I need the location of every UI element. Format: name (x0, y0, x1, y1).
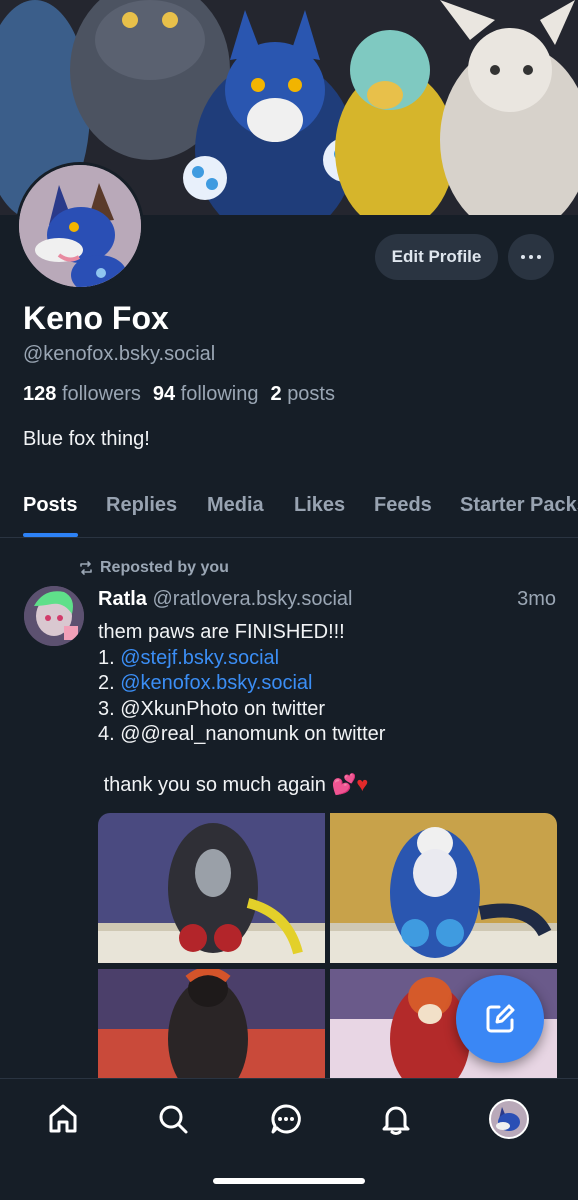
followers-count: 128 (23, 383, 57, 405)
nav-profile[interactable] (487, 1097, 531, 1141)
followers-link[interactable]: 128 followers (23, 383, 141, 405)
tab-starter-packs[interactable]: Starter Packs (460, 494, 578, 517)
profile-tabs: Posts Replies Media Likes Feeds Starter … (0, 480, 578, 538)
repost-indicator[interactable]: Reposted by you (78, 559, 229, 577)
chat-icon (271, 1104, 301, 1134)
profile-avatar[interactable] (16, 162, 144, 290)
tab-replies[interactable]: Replies (106, 494, 177, 517)
tab-likes[interactable]: Likes (294, 494, 345, 517)
hearts-emoji: 💕 (331, 774, 357, 796)
repost-icon (80, 561, 92, 575)
home-indicator[interactable] (213, 1178, 365, 1184)
profile-handle: @kenofox.bsky.social (23, 343, 216, 365)
heart-emoji: ♥ (356, 774, 369, 796)
following-count: 94 (152, 383, 176, 405)
search-icon (159, 1105, 188, 1134)
mention-link[interactable]: @kenofox.bsky.social (120, 672, 312, 694)
following-label: following (180, 383, 259, 405)
post-image[interactable] (98, 813, 325, 963)
posts-count: 2 (270, 383, 282, 405)
post-image[interactable] (330, 813, 557, 963)
avatar (489, 1099, 529, 1139)
nav-notifications[interactable] (374, 1097, 418, 1141)
post-body: them paws are FINISHED!!! 1. @stejf.bsky… (98, 620, 385, 799)
mention-link[interactable]: @stejf.bsky.social (120, 647, 279, 669)
nav-home[interactable] (41, 1097, 85, 1141)
active-tab-indicator (23, 533, 78, 537)
nav-chat[interactable] (264, 1097, 308, 1141)
post-timestamp[interactable]: 3mo (517, 588, 556, 611)
edit-profile-button[interactable]: Edit Profile (375, 234, 498, 280)
dot-icon (529, 255, 533, 259)
tab-media[interactable]: Media (207, 494, 264, 517)
post-author-name[interactable]: Ratla (98, 588, 147, 610)
bell-icon (382, 1106, 410, 1135)
dot-icon (521, 255, 525, 259)
profile-name: Keno Fox (23, 300, 169, 336)
post-line: 4. @@real_nanomunk on twitter (98, 723, 386, 745)
post-image[interactable] (98, 969, 325, 1083)
dot-icon (537, 255, 541, 259)
compose-icon (486, 1004, 515, 1033)
post-line: them paws are FINISHED!!! (98, 621, 345, 643)
more-options-button[interactable] (508, 234, 554, 280)
repost-label: Reposted by you (100, 559, 229, 576)
post-author-avatar[interactable] (24, 586, 84, 646)
post-line-prefix: 2. (98, 672, 121, 694)
home-icon (49, 1104, 77, 1133)
tab-feeds[interactable]: Feeds (374, 494, 432, 517)
followers-label: followers (61, 383, 141, 405)
post-header: Ratla @ratlovera.bsky.social (98, 588, 352, 611)
tab-posts[interactable]: Posts (23, 494, 77, 517)
post-line: thank you so much again (103, 774, 326, 796)
post-author-handle[interactable]: @ratlovera.bsky.social (152, 588, 352, 610)
nav-search[interactable] (151, 1097, 195, 1141)
compose-button[interactable] (456, 975, 544, 1063)
profile-stats: 128 followers 94 following 2 posts (23, 383, 335, 406)
following-link[interactable]: 94 following (153, 383, 259, 405)
posts-label: posts (287, 383, 335, 405)
profile-bio: Blue fox thing! (23, 428, 150, 450)
post-line-prefix: 1. (98, 646, 121, 669)
post-line: 3. @XkunPhoto on twitter (98, 697, 326, 720)
